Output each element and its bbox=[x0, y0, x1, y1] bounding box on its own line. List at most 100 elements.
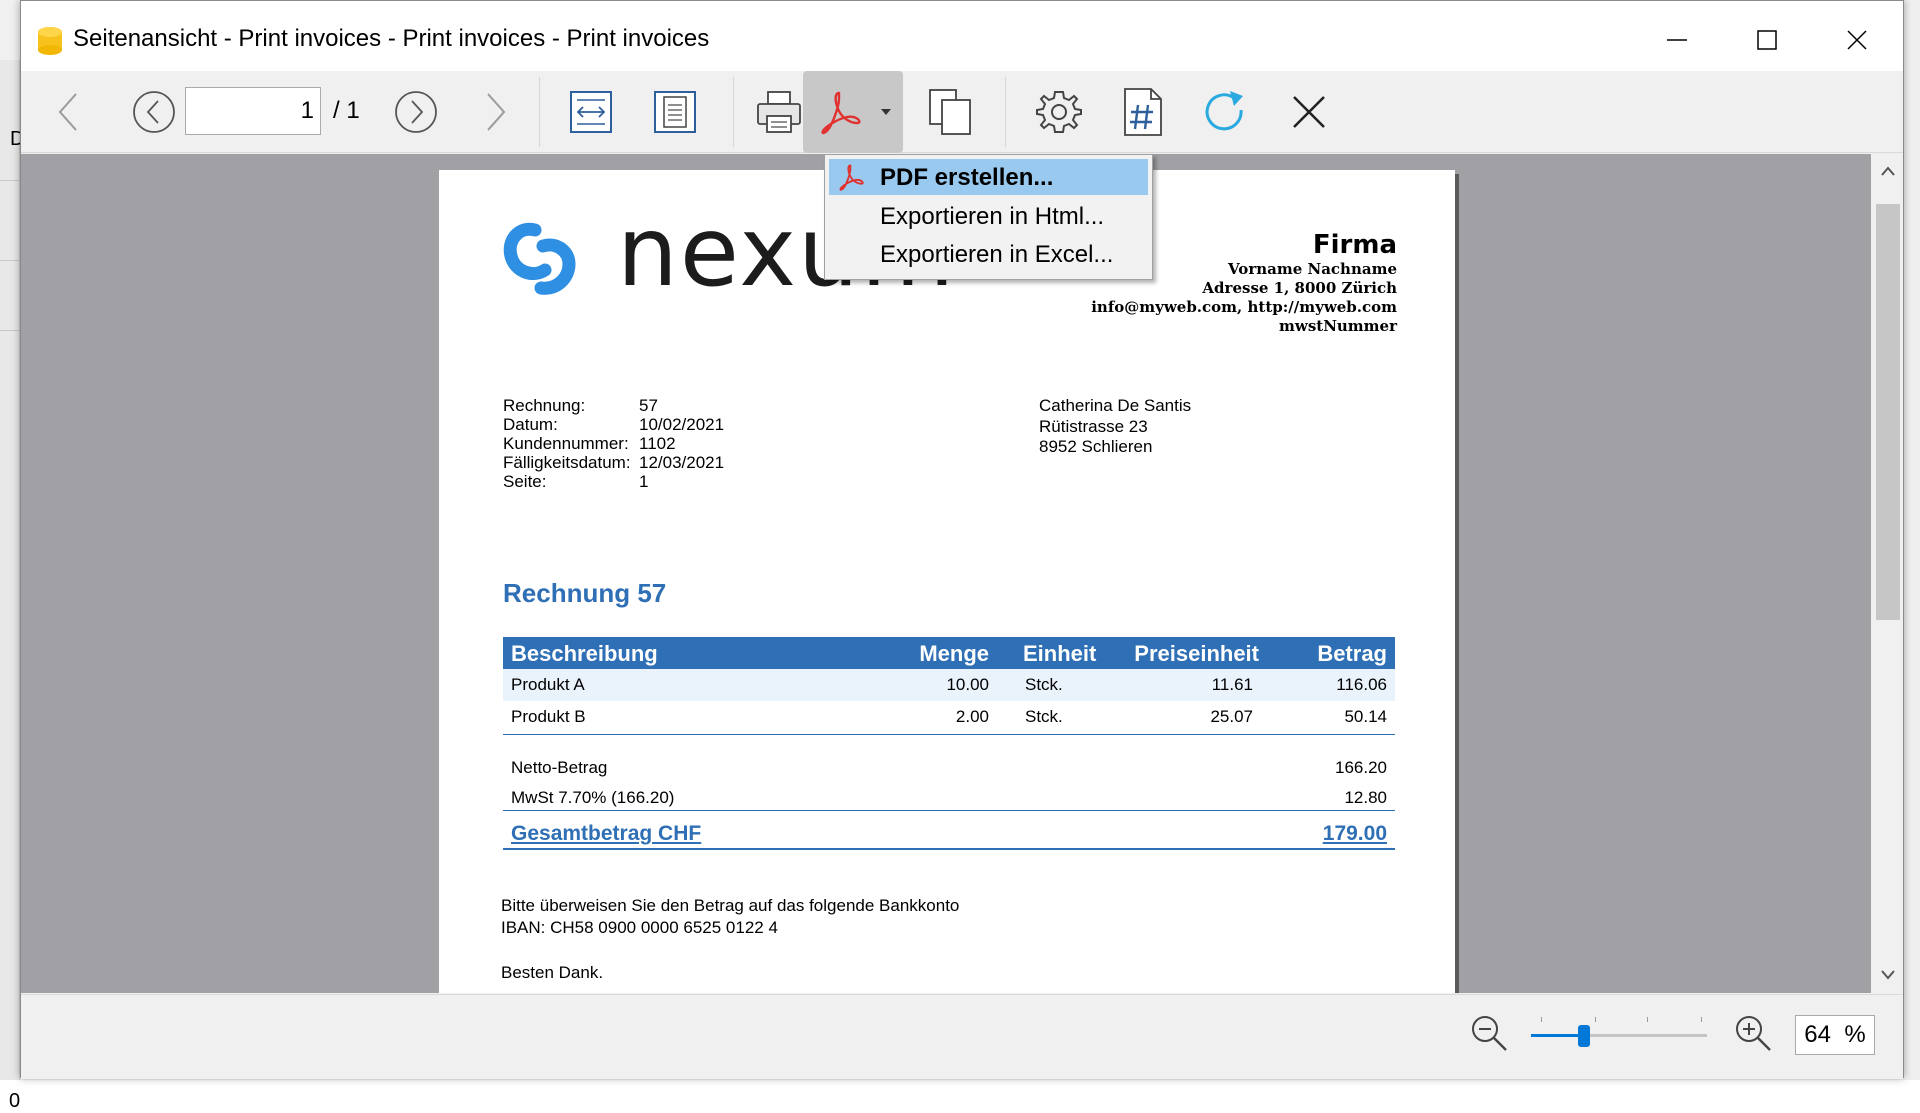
print-preview-window: Seitenansicht - Print invoices - Print i… bbox=[20, 0, 1904, 1079]
zoom-in-button[interactable] bbox=[1733, 1013, 1773, 1058]
recipient-address: Catherina De Santis Rütistrasse 23 8952 … bbox=[1039, 396, 1191, 458]
last-page-button[interactable] bbox=[469, 71, 521, 153]
menu-item-label: PDF erstellen... bbox=[880, 164, 1054, 191]
menu-item-label: Exportieren in Excel... bbox=[880, 241, 1114, 268]
invoice-table: Beschreibung Menge Einheit Preiseinheit … bbox=[503, 637, 1395, 733]
recipient-line: Rütistrasse 23 bbox=[1039, 416, 1148, 436]
meta-value: 10/02/2021 bbox=[639, 415, 725, 434]
table-cell: Produkt A bbox=[511, 675, 585, 694]
payment-note: Bitte überweisen Sie den Betrag auf das … bbox=[501, 896, 960, 915]
total-value: 179.00 bbox=[1322, 822, 1387, 845]
refresh-button[interactable] bbox=[1183, 71, 1267, 153]
settings-button[interactable] bbox=[1017, 71, 1101, 153]
menu-item-label: Exportieren in Html... bbox=[880, 203, 1105, 230]
meta-row: Fälligkeitsdatum: 12/03/2021 bbox=[503, 453, 724, 472]
last-page-icon bbox=[487, 93, 506, 131]
table-cell: 50.14 bbox=[1344, 707, 1387, 726]
slider-tick bbox=[1701, 1017, 1702, 1022]
table-cell: Stck. bbox=[1025, 707, 1063, 726]
page-total-label: / 1 bbox=[333, 97, 360, 124]
menu-item-export-html[interactable]: Exportieren in Html... bbox=[829, 198, 1148, 234]
copy-icon bbox=[929, 89, 971, 135]
divider bbox=[0, 330, 20, 331]
mwst-value: 12.80 bbox=[1344, 788, 1387, 807]
title-bar[interactable]: Seitenansicht - Print invoices - Print i… bbox=[21, 1, 1903, 71]
chevron-down-icon bbox=[881, 109, 891, 115]
background-text: 0 bbox=[9, 1090, 21, 1112]
scroll-down-icon[interactable] bbox=[1881, 970, 1895, 980]
netto-label: Netto-Betrag bbox=[511, 758, 608, 777]
close-preview-icon bbox=[1293, 96, 1325, 128]
scroll-thumb[interactable] bbox=[1876, 204, 1900, 620]
pdf-icon bbox=[839, 164, 864, 191]
maximize-icon bbox=[1757, 30, 1777, 50]
close-window-button[interactable] bbox=[1817, 11, 1897, 69]
toolbar: 1 / 1 bbox=[21, 71, 1903, 153]
invoice-title: Rechnung 57 bbox=[503, 578, 667, 608]
meta-row: Kundennummer: 1102 bbox=[503, 434, 724, 453]
divider bbox=[503, 734, 1395, 735]
company-line: info@myweb.com, http://myweb.com bbox=[1091, 298, 1397, 316]
meta-value: 1102 bbox=[639, 434, 676, 453]
pdf-menu-button[interactable] bbox=[803, 71, 903, 153]
minimize-button[interactable] bbox=[1637, 11, 1717, 69]
zoom-out-button[interactable] bbox=[1469, 1013, 1509, 1058]
previous-page-button[interactable] bbox=[119, 71, 189, 153]
company-line: Adresse 1, 8000 Zürich bbox=[1202, 279, 1397, 297]
minimize-icon bbox=[1667, 39, 1687, 41]
next-page-button[interactable] bbox=[381, 71, 451, 153]
column-header: Menge bbox=[919, 641, 989, 666]
nexum-logo-icon bbox=[503, 222, 576, 295]
menu-item-export-excel[interactable]: Exportieren in Excel... bbox=[829, 236, 1148, 272]
column-header: Preiseinheit bbox=[1134, 641, 1259, 666]
divider bbox=[0, 180, 20, 181]
zoom-input[interactable]: 64 % bbox=[1795, 1015, 1875, 1055]
status-bar: 64 % bbox=[21, 994, 1903, 1079]
close-preview-button[interactable] bbox=[1267, 71, 1351, 153]
first-page-button[interactable] bbox=[43, 71, 95, 153]
thanks-text: Besten Dank. bbox=[501, 963, 604, 982]
table-row: Produkt B 2.00 Stck. 25.07 50.14 bbox=[503, 701, 1395, 733]
netto-value: 166.20 bbox=[1335, 758, 1387, 777]
background-window-edge: D 0 bbox=[0, 60, 24, 1112]
zoom-slider-thumb[interactable] bbox=[1577, 1025, 1590, 1047]
table-cell: 116.06 bbox=[1336, 675, 1387, 694]
scroll-up-icon[interactable] bbox=[1881, 166, 1895, 176]
window-title: Seitenansicht - Print invoices - Print i… bbox=[73, 25, 710, 52]
app-icon bbox=[38, 27, 62, 55]
meta-key: Kundennummer: bbox=[503, 434, 629, 453]
table-cell: Stck. bbox=[1025, 675, 1063, 694]
page-number-input[interactable]: 1 bbox=[185, 87, 321, 135]
zoom-out-icon bbox=[1472, 1016, 1507, 1051]
table-header: Beschreibung Menge Einheit Preiseinheit … bbox=[503, 637, 1395, 669]
toolbar-separator bbox=[733, 77, 734, 147]
first-page-icon bbox=[58, 93, 77, 131]
fit-page-button[interactable] bbox=[635, 71, 715, 153]
zoom-value: 64 bbox=[1804, 1021, 1831, 1048]
maximize-button[interactable] bbox=[1727, 11, 1807, 69]
company-line: mwstNummer bbox=[1279, 317, 1397, 335]
total-label: Gesamtbetrag CHF bbox=[511, 822, 702, 845]
fit-width-button[interactable] bbox=[551, 71, 631, 153]
zoom-in-icon bbox=[1736, 1016, 1771, 1051]
pdf-export-menu: PDF erstellen... Exportieren in Html... … bbox=[824, 154, 1153, 280]
copy-button[interactable] bbox=[911, 71, 991, 153]
page-number-button[interactable] bbox=[1101, 71, 1185, 153]
meta-value: 57 bbox=[639, 396, 658, 415]
invoice-page: nexum Firma Vorname Nachname Adresse 1, … bbox=[439, 170, 1455, 993]
table-cell: 11.61 bbox=[1211, 675, 1253, 694]
fit-page-icon bbox=[654, 91, 696, 133]
table-cell: 10.00 bbox=[946, 675, 989, 694]
meta-row: Datum: 10/02/2021 bbox=[503, 415, 724, 434]
slider-tick bbox=[1647, 1017, 1648, 1022]
meta-row: Seite: 1 bbox=[503, 472, 724, 491]
menu-item-create-pdf[interactable]: PDF erstellen... bbox=[829, 159, 1148, 195]
zoom-unit: % bbox=[1844, 1021, 1866, 1048]
meta-value: 12/03/2021 bbox=[639, 453, 725, 472]
print-icon bbox=[757, 91, 801, 133]
vertical-scrollbar[interactable] bbox=[1873, 154, 1903, 993]
meta-key: Datum: bbox=[503, 415, 558, 434]
meta-key: Rechnung: bbox=[503, 396, 586, 415]
iban-text: IBAN: CH58 0900 0000 6525 0122 4 bbox=[501, 918, 778, 937]
table-row: Produkt A 10.00 Stck. 11.61 116.06 bbox=[503, 669, 1395, 701]
